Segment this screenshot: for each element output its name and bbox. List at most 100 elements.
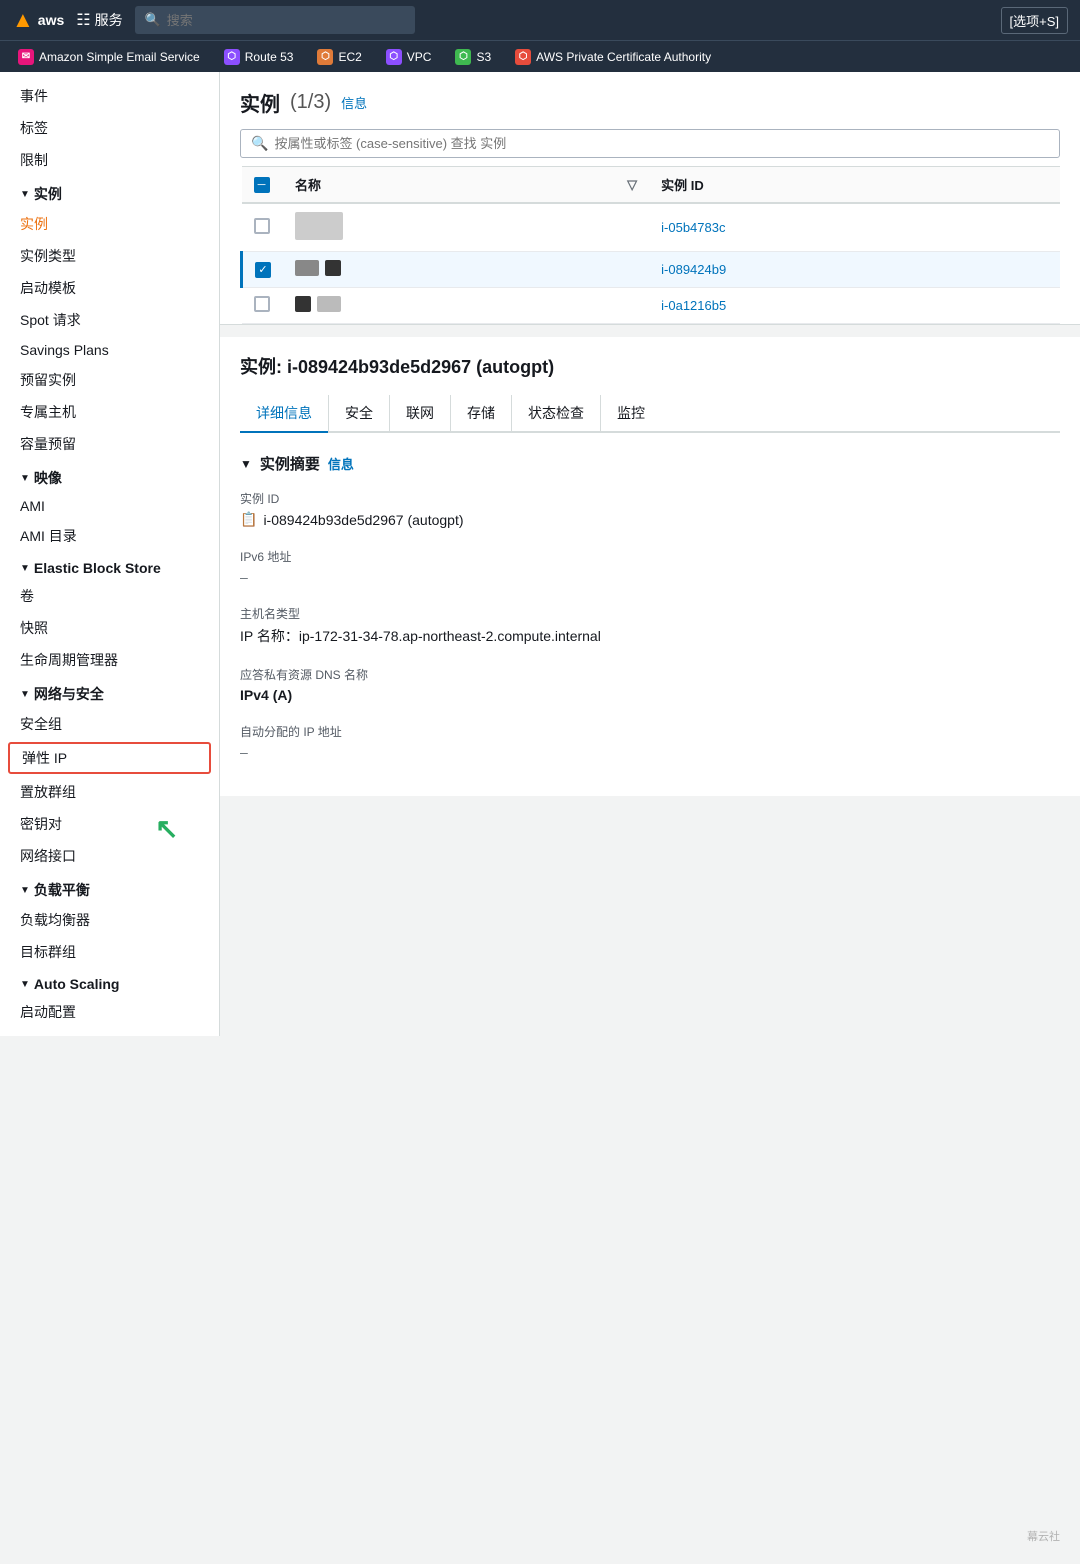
th-name: 名称 [283,167,615,204]
summary-info-link[interactable]: 信息 [328,454,354,473]
instance-search-input[interactable] [274,136,1049,151]
section-header-instances[interactable]: ▼ 实例 [0,176,219,208]
th-filter: ▽ [615,167,649,204]
sidebar-item-security-groups[interactable]: 安全组 [0,708,219,740]
field-label-instance-id: 实例 ID [240,490,1060,507]
select-all-checkbox[interactable]: ─ [254,177,270,193]
sidebar-item-dedicated-hosts[interactable]: 专属主机 [0,396,219,428]
td-id-3: i-0a1216b5 [649,288,1060,324]
top-navbar: ▲ aws ☷ 服务 🔍 [选项+S] [0,0,1080,40]
sidebar-item-capacity-reservations[interactable]: 容量预留 [0,428,219,460]
sidebar-item-ami-catalog[interactable]: AMI 目录 [0,520,219,552]
sidebar-item-limits[interactable]: 限制 [0,144,219,176]
sidebar-item-instance-types[interactable]: 实例类型 [0,240,219,272]
content-area: 实例 (1/3) 信息 🔍 ─ 名称 [220,72,1080,1564]
sidebar-item-savings-plans[interactable]: Savings Plans [0,336,219,364]
chevron-down-icon-as: ▼ [20,979,30,990]
field-value-instance-id: 📋 i-089424b93de5d2967 (autogpt) [240,511,1060,528]
field-private-dns: 应答私有资源 DNS 名称 IPv4 (A) [240,666,1060,703]
section-header-ebs[interactable]: ▼ Elastic Block Store [0,552,219,580]
tab-storage[interactable]: 存储 [450,395,511,433]
aws-logo: ▲ aws [12,7,64,33]
instance-id-link-3[interactable]: i-0a1216b5 [661,298,726,313]
sidebar-item-volumes[interactable]: 卷 [0,580,219,612]
tab-details[interactable]: 详细信息 [240,395,328,433]
service-tab-vpc[interactable]: ⬡ VPC [376,45,442,69]
sidebar-item-placement-groups[interactable]: 置放群组 [0,776,219,808]
td-id-2: i-089424b9 [649,252,1060,288]
sidebar-item-ami[interactable]: AMI [0,492,219,520]
section-header-network[interactable]: ▼ 网络与安全 [0,676,219,708]
instance-count: (1/3) [290,91,331,114]
field-value-private-dns: IPv4 (A) [240,687,1060,703]
section-header-loadbalancing[interactable]: ▼ 负载平衡 [0,872,219,904]
copy-icon[interactable]: 📋 [240,511,257,528]
row1-checkbox[interactable] [254,218,270,234]
table-row: ✓ i-089424b9 [242,252,1061,288]
instance-id-link-2[interactable]: i-089424b9 [661,262,726,277]
table-row: i-0a1216b5 [242,288,1061,324]
chevron-down-icon-summary: ▼ [240,457,252,471]
section-header-images[interactable]: ▼ 映像 [0,460,219,492]
chevron-down-icon-images: ▼ [20,473,30,484]
tab-networking[interactable]: 联网 [389,395,450,433]
field-value-hostname-type: IP 名称：ip-172-31-34-78.ap-northeast-2.com… [240,626,1060,646]
sidebar-item-auto-scaling-groups[interactable]: 启动配置 [0,996,219,1028]
search-icon: 🔍 [145,12,161,28]
td-name-1 [283,203,615,252]
search-bar[interactable]: 🔍 [135,6,415,34]
row3-checkbox[interactable] [254,296,270,312]
td-name-2 [283,252,615,288]
summary-header: ▼ 实例摘要 信息 [240,453,1060,474]
service-tab-s3[interactable]: ⬡ S3 [445,45,501,69]
instance-search-bar[interactable]: 🔍 [240,129,1060,158]
watermark: 幕云社 [1027,1528,1060,1544]
service-tab-ec2[interactable]: ⬡ EC2 [307,45,371,69]
instance-info-link[interactable]: 信息 [341,93,367,112]
detail-tabs: 详细信息 安全 联网 存储 状态检查 监控 [240,395,1060,433]
field-label-ipv6: IPv6 地址 [240,548,1060,565]
panel-title: 实例 [240,88,280,117]
options-button[interactable]: [选项+S] [1001,7,1069,34]
field-ipv6: IPv6 地址 – [240,548,1060,585]
table-header-row: ─ 名称 ▽ 实例 ID [242,167,1061,204]
section-header-autoscaling[interactable]: ▼ Auto Scaling [0,968,219,996]
row2-checkbox[interactable]: ✓ [255,262,271,278]
sidebar-item-reserved-instances[interactable]: 预留实例 [0,364,219,396]
sidebar-item-snapshots[interactable]: 快照 [0,612,219,644]
search-input[interactable] [167,13,405,28]
sidebar-item-events[interactable]: 事件 [0,80,219,112]
sidebar-item-key-pairs[interactable]: 密钥对 [0,808,219,840]
tab-monitoring[interactable]: 监控 [600,395,661,433]
sidebar-item-load-balancers[interactable]: 负载均衡器 [0,904,219,936]
instance-id-link-1[interactable]: i-05b4783c [661,220,725,235]
s3-icon: ⬡ [455,49,471,65]
services-menu[interactable]: ☷ 服务 [76,10,122,30]
sidebar-item-spot-requests[interactable]: Spot 请求 [0,304,219,336]
td-empty-1 [615,203,649,252]
service-tab-ses[interactable]: ✉ Amazon Simple Email Service [8,45,210,69]
instance-thumbnail-2b [325,260,341,276]
sidebar-item-lifecycle-manager[interactable]: 生命周期管理器 [0,644,219,676]
pca-icon: ⬡ [515,49,531,65]
sidebar-item-instances[interactable]: 实例 [0,208,219,240]
sidebar-item-launch-templates[interactable]: 启动模板 [0,272,219,304]
vpc-icon: ⬡ [386,49,402,65]
sidebar-item-elastic-ip[interactable]: 弹性 IP [8,742,211,774]
sidebar-item-network-interfaces[interactable]: 网络接口 [0,840,219,872]
tab-security[interactable]: 安全 [328,395,389,433]
chevron-down-icon-network: ▼ [20,689,30,700]
panel-header: 实例 (1/3) 信息 [240,88,1060,117]
field-value-ipv6: – [240,569,1060,585]
sidebar-item-tags[interactable]: 标签 [0,112,219,144]
instance-table: ─ 名称 ▽ 实例 ID [240,166,1060,324]
td-checkbox-1 [242,203,284,252]
filter-icon[interactable]: ▽ [627,177,637,192]
service-tab-pca[interactable]: ⬡ AWS Private Certificate Authority [505,45,721,69]
tab-status-checks[interactable]: 状态检查 [511,395,600,433]
field-label-auto-ip: 自动分配的 IP 地址 [240,723,1060,740]
services-bar: ✉ Amazon Simple Email Service ⬡ Route 53… [0,40,1080,72]
service-tab-route53[interactable]: ⬡ Route 53 [214,45,304,69]
sidebar-item-target-groups[interactable]: 目标群组 [0,936,219,968]
ec2-icon: ⬡ [317,49,333,65]
